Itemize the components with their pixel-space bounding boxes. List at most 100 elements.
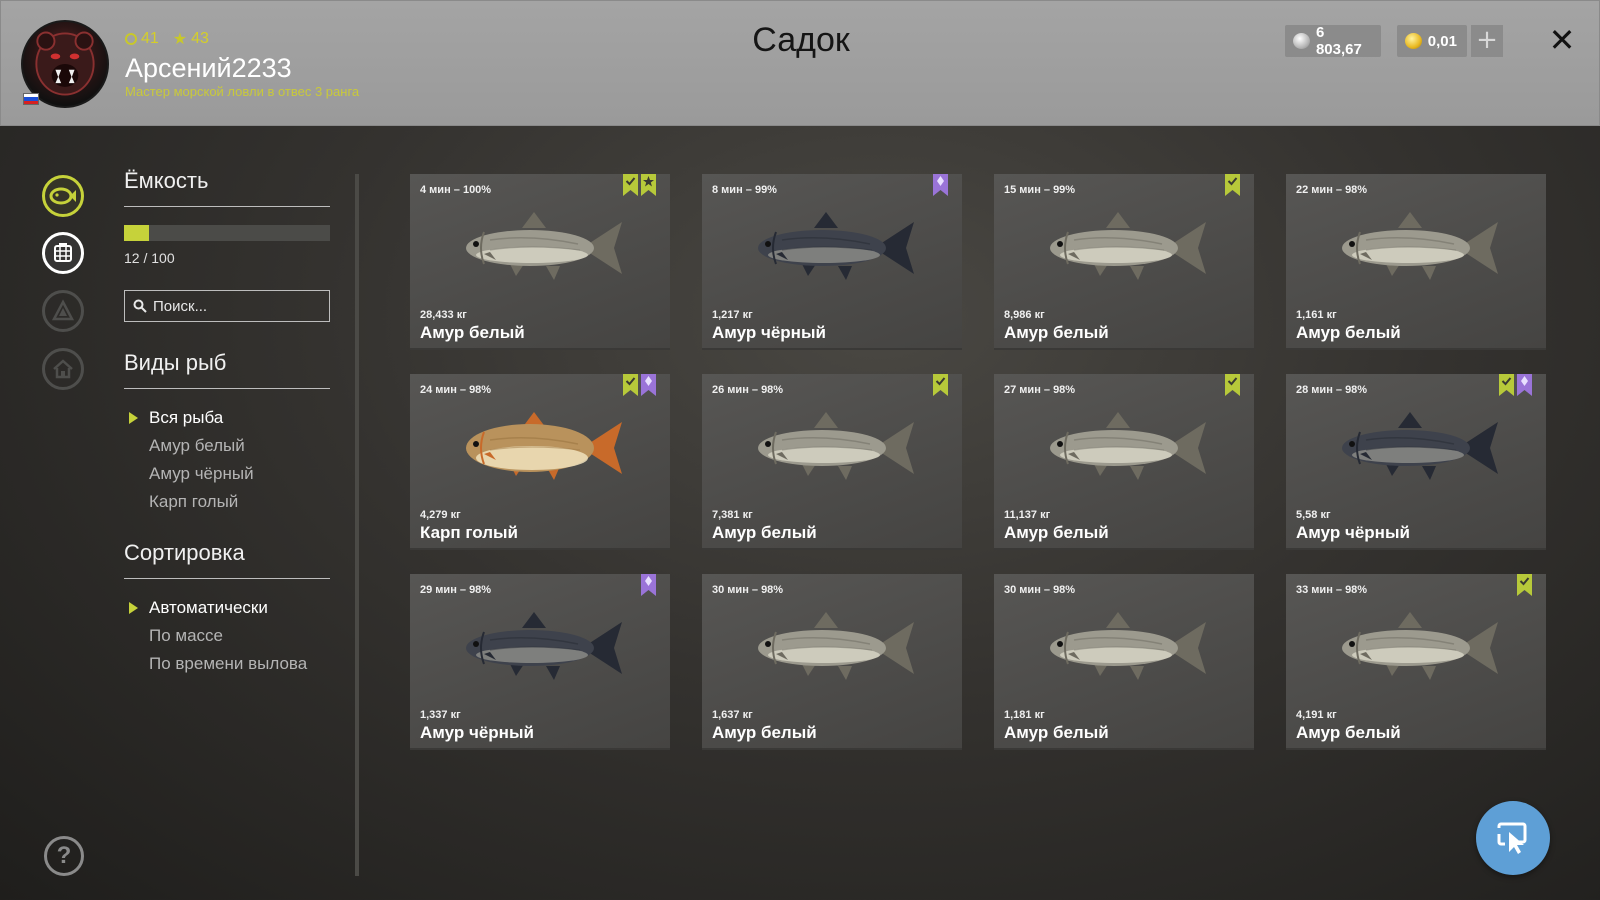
trophy-badge-icon [933, 174, 948, 196]
fish-card[interactable]: 22 мин – 98% 1,161 кг Амур белый [1286, 174, 1546, 350]
boat-icon [51, 299, 75, 321]
check-badge-icon [1225, 374, 1240, 396]
species-filter-black-amur[interactable]: Амур чёрный [124, 460, 330, 488]
fish-image [758, 612, 914, 680]
trophy-badge-icon [641, 374, 656, 396]
fish-card[interactable]: 29 мин – 98% 1,337 кг Амур чёрный [410, 574, 670, 750]
select-mode-button[interactable] [1476, 801, 1550, 875]
fish-image [1050, 212, 1206, 280]
fish-name: Амур белый [420, 323, 525, 342]
fish-card[interactable]: 26 мин – 98% 7,381 кг Амур белый [702, 374, 962, 550]
help-button[interactable]: ? [44, 836, 84, 876]
fish-name: Амур белый [1296, 723, 1401, 742]
silver-amount: 6 803,67 [1315, 24, 1362, 58]
level-stat: 41 [125, 30, 159, 48]
fish-weight: 1,637 кг [712, 709, 753, 721]
fish-card[interactable]: 30 мин – 98% 1,637 кг Амур белый [702, 574, 962, 750]
add-currency-button[interactable]: + [1471, 25, 1503, 57]
species-filter-mirror-carp[interactable]: Карп голый [124, 488, 330, 516]
sort-list: Автоматически По массе По времени вылова [124, 594, 330, 678]
search-box[interactable] [124, 290, 330, 322]
fish-name: Амур чёрный [712, 323, 826, 342]
rail-home-button[interactable] [42, 348, 84, 390]
fish-weight: 4,279 кг [420, 509, 461, 521]
rank-stat: ★ 43 [173, 29, 209, 49]
fish-card[interactable]: 27 мин – 98% 11,137 кг Амур белый [994, 374, 1254, 550]
capacity-bar-fill [124, 225, 149, 241]
sort-by-catch-time[interactable]: По времени вылова [124, 650, 330, 678]
card-badges [1517, 574, 1532, 596]
gold-balance[interactable]: 0,01 [1397, 25, 1467, 57]
catch-time: 15 мин – 99% [1004, 184, 1076, 196]
fish-image [758, 212, 914, 280]
fish-image [466, 612, 622, 680]
fish-card[interactable]: 30 мин – 98% 1,181 кг Амур белый [994, 574, 1254, 750]
fish-name: Амур белый [1004, 723, 1109, 742]
catch-time: 8 мин – 99% [712, 184, 777, 196]
search-input[interactable] [153, 297, 323, 315]
catch-time: 4 мин – 100% [420, 184, 492, 196]
fish-image [1050, 412, 1206, 480]
silver-balance[interactable]: 6 803,67 [1285, 24, 1381, 58]
catch-time: 33 мин – 98% [1296, 584, 1368, 596]
capacity-count: 12 / 100 [124, 250, 175, 266]
catch-time: 28 мин – 98% [1296, 384, 1368, 396]
silver-coin-icon [1293, 33, 1310, 49]
card-badges [933, 374, 948, 396]
capacity-bar [124, 225, 330, 241]
filter-panel: Ёмкость 12 / 100 Виды рыб Вся рыба Амур … [124, 168, 330, 678]
close-button[interactable]: ✕ [1547, 23, 1577, 57]
species-filter-white-amur[interactable]: Амур белый [124, 432, 330, 460]
catch-time: 24 мин – 98% [420, 384, 492, 396]
search-icon [133, 299, 147, 313]
country-flag-icon [23, 93, 39, 105]
fish-weight: 5,58 кг [1296, 509, 1331, 521]
fish-image [1342, 412, 1498, 480]
fish-weight: 1,181 кг [1004, 709, 1045, 721]
card-badges [623, 374, 656, 396]
player-rank-title: Мастер морской ловли в отвес 3 ранга [125, 84, 360, 99]
fish-name: Амур белый [712, 523, 817, 542]
fish-card[interactable]: 4 мин – 100% 28,433 кг Амур белый [410, 174, 670, 350]
keepnet-icon [54, 243, 72, 262]
fish-name: Амур белый [1296, 323, 1401, 342]
home-icon [53, 359, 73, 379]
rank-star-icon: ★ [172, 31, 188, 48]
catch-time: 27 мин – 98% [1004, 384, 1076, 396]
level-value: 41 [141, 30, 159, 47]
catch-time: 26 мин – 98% [712, 384, 784, 396]
star-badge-icon [641, 174, 656, 196]
species-filter-all[interactable]: Вся рыба [124, 404, 330, 432]
fish-image [758, 412, 914, 480]
fish-image [466, 412, 622, 480]
fish-grid: 4 мин – 100% 28,433 кг Амур белый 8 мин … [410, 174, 1546, 750]
fish-name: Амур чёрный [420, 723, 534, 742]
card-badges [933, 174, 948, 196]
trophy-badge-icon [1517, 374, 1532, 396]
player-stats: 41 ★ 43 [125, 29, 209, 49]
fish-image [1342, 212, 1498, 280]
fish-card[interactable]: 24 мин – 98% 4,279 кг Карп голый [410, 374, 670, 550]
catch-time: 29 мин – 98% [420, 584, 492, 596]
gold-coin-icon [1405, 33, 1422, 49]
rail-keepnet-button[interactable] [42, 232, 84, 274]
trophy-badge-icon [641, 574, 656, 596]
fish-card[interactable]: 8 мин – 99% 1,217 кг Амур чёрный [702, 174, 962, 350]
fish-icon [49, 187, 76, 205]
fish-name: Амур чёрный [1296, 523, 1410, 542]
fish-card[interactable]: 33 мин – 98% 4,191 кг Амур белый [1286, 574, 1546, 750]
fish-name: Амур белый [1004, 323, 1109, 342]
fish-image [1050, 612, 1206, 680]
fish-image [466, 212, 622, 280]
sort-by-weight[interactable]: По массе [124, 622, 330, 650]
fish-card[interactable]: 15 мин – 99% 8,986 кг Амур белый [994, 174, 1254, 350]
fish-name: Амур белый [1004, 523, 1109, 542]
rail-boat-button[interactable] [42, 290, 84, 332]
card-badges [1225, 374, 1240, 396]
rank-value: 43 [191, 30, 209, 47]
fish-weight: 28,433 кг [420, 309, 467, 321]
card-badges [623, 174, 656, 196]
fish-card[interactable]: 28 мин – 98% 5,58 кг Амур чёрный [1286, 374, 1546, 550]
rail-fish-button[interactable] [42, 175, 84, 217]
sort-auto[interactable]: Автоматически [124, 594, 330, 622]
